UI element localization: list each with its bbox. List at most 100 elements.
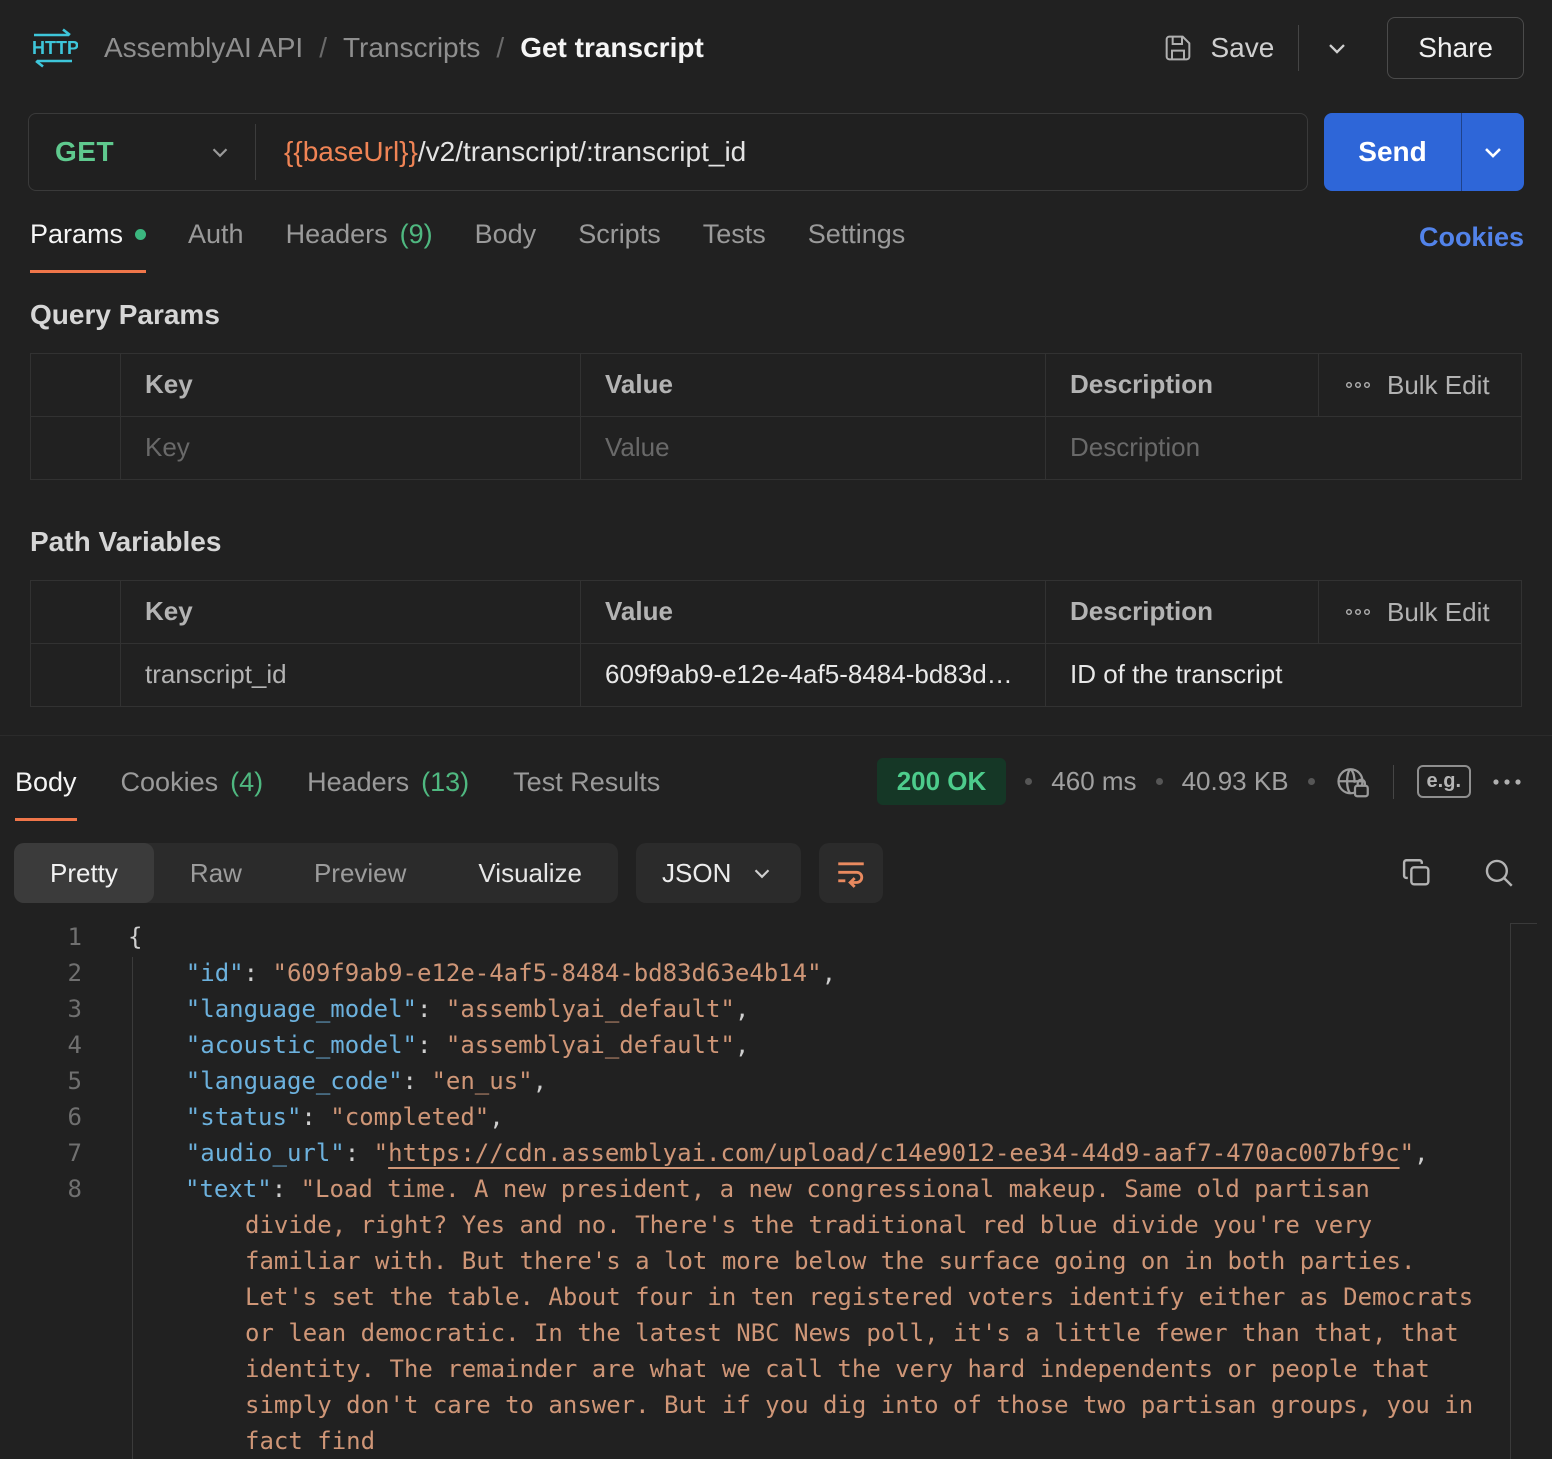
url-path: /v2/transcript/:transcript_id [418,136,746,167]
tab-headers[interactable]: Headers(9) [286,219,433,273]
json-punctuation: , [822,959,836,987]
bulk-edit-label: Bulk Edit [1387,355,1490,415]
view-tab-raw[interactable]: Raw [154,843,278,903]
dot-separator [1156,778,1163,785]
divider [1393,765,1394,799]
view-tab-preview[interactable]: Preview [278,843,442,903]
more-options-icon[interactable] [1490,776,1524,788]
query-param-column-value: Value [581,354,1046,416]
tab-settings[interactable]: Settings [808,219,906,273]
bulk-edit-button[interactable]: Bulk Edit [1319,354,1521,416]
indentation [128,1139,186,1167]
tab-count-badge: (9) [400,219,433,250]
pane-splitter[interactable] [0,735,1552,736]
send-button-group: Send [1324,113,1524,191]
json-punctuation: : [244,959,273,987]
response-tabs-row: Body Cookies(4) Headers(13) Test Results 20… [15,758,1524,821]
send-options-chevron[interactable] [1462,113,1524,191]
path-variable-select-column [31,581,121,643]
example-icon[interactable]: e.g. [1417,765,1471,798]
copy-response-icon[interactable] [1400,856,1434,890]
search-response-icon[interactable] [1482,856,1516,890]
save-options-chevron[interactable] [1323,34,1351,62]
tab-tests[interactable]: Tests [703,219,766,273]
path-variable-column-key: Key [121,581,581,643]
tab-label: Cookies [121,767,219,798]
tab-auth[interactable]: Auth [188,219,244,273]
method-label: GET [55,136,114,168]
url-input[interactable]: {{baseUrl}}/v2/transcript/:transcript_id [256,136,746,168]
code-line-content: "audio_url": "https://cdn.assemblyai.com… [128,1135,1428,1171]
code-line: 4 "acoustic_model": "assemblyai_default"… [0,1027,1552,1063]
query-param-select-cell[interactable] [31,417,121,479]
path-variable-row: transcript_id609f9ab9-e12e-4af5-8484-bd8… [31,643,1521,706]
json-key: "language_code" [186,1067,403,1095]
code-line-content: { [128,919,142,955]
query-param-key-cell[interactable]: Key [121,417,581,479]
tab-body[interactable]: Body [15,767,77,821]
save-button[interactable]: Save [1162,32,1274,64]
tab-scripts[interactable]: Scripts [578,219,661,273]
tab-headers[interactable]: Headers(13) [307,767,469,821]
response-toolbar: PrettyRawPreviewVisualize JSON [14,843,1516,903]
breadcrumb-item-get-transcript[interactable]: Get transcript [520,32,704,64]
path-variable-key-cell[interactable]: transcript_id [121,644,581,706]
format-dropdown[interactable]: JSON [636,843,801,903]
path-variable-header-row: KeyValueDescriptionBulk Edit [31,581,1521,643]
query-param-value-cell[interactable]: Value [581,417,1046,479]
cookies-link[interactable]: Cookies [1419,222,1524,273]
query-param-description-cell[interactable]: Description [1046,417,1521,479]
query-param-select-column [31,354,121,416]
json-punctuation: : [301,1103,330,1131]
method-selector[interactable]: GET [29,136,255,168]
bulk-edit-button[interactable]: Bulk Edit [1319,581,1521,643]
response-meta: 200 OK 460 ms 40.93 KB e.g. [877,758,1524,821]
tab-test-results[interactable]: Test Results [513,767,660,821]
json-punctuation: , [1414,1139,1428,1167]
response-view-switcher: PrettyRawPreviewVisualize [14,843,618,903]
query-param-column-key: Key [121,354,581,416]
code-line: 7 "audio_url": "https://cdn.assemblyai.c… [0,1135,1552,1171]
path-variable-select-cell[interactable] [31,644,121,706]
tab-params[interactable]: Params [30,219,146,273]
json-punctuation: : [417,995,446,1023]
view-tab-visualize[interactable]: Visualize [442,843,618,903]
breadcrumb-item-assemblyai-api[interactable]: AssemblyAI API [104,32,303,64]
unsaved-changes-dot [135,229,146,240]
path-variable-description-cell[interactable]: ID of the transcript [1046,644,1521,706]
tab-label: Test Results [513,767,660,798]
share-button[interactable]: Share [1387,17,1524,79]
code-line-content: "acoustic_model": "assemblyai_default", [128,1027,749,1063]
path-variable-value-cell[interactable]: 609f9ab9-e12e-4af5-8484-bd83d6… [581,644,1046,706]
query-params-table: KeyValueDescriptionBulk EditKeyValueDesc… [30,353,1522,480]
tab-cookies[interactable]: Cookies(4) [121,767,264,821]
response-size: 40.93 KB [1182,766,1289,797]
method-chevron-icon [207,139,233,165]
json-punctuation: { [128,923,142,951]
dot-separator [1025,778,1032,785]
code-line-content: "language_model": "assemblyai_default", [128,991,749,1027]
breadcrumb-separator: / [319,32,327,64]
scrollbar-track-top [1510,923,1537,924]
json-key: "id" [186,959,244,987]
tab-body[interactable]: Body [475,219,537,273]
send-button[interactable]: Send [1324,113,1461,191]
view-tab-pretty[interactable]: Pretty [14,843,154,903]
response-body-viewer: 1{2 "id": "609f9ab9-e12e-4af5-8484-bd83d… [0,919,1552,1459]
request-header-bar: HTTP AssemblyAI API / Transcripts / Get tran… [0,0,1552,96]
line-number: 4 [0,1027,88,1063]
http-request-icon: HTTP [28,27,78,69]
wrap-text-button[interactable] [819,843,883,903]
bulk-edit-icon [1345,607,1371,617]
breadcrumb-item-transcripts[interactable]: Transcripts [343,32,480,64]
breadcrumb-separator: / [496,32,504,64]
line-number: 5 [0,1063,88,1099]
scrollbar-track[interactable] [1510,923,1511,1459]
bulk-edit-label: Bulk Edit [1387,582,1490,642]
network-globe-lock-icon[interactable] [1334,764,1370,800]
json-url-link[interactable]: https://cdn.assemblyai.com/upload/c14e90… [388,1139,1399,1167]
json-punctuation: : [417,1031,446,1059]
json-punctuation: , [735,995,749,1023]
json-punctuation: : [345,1139,374,1167]
save-label: Save [1210,32,1274,64]
